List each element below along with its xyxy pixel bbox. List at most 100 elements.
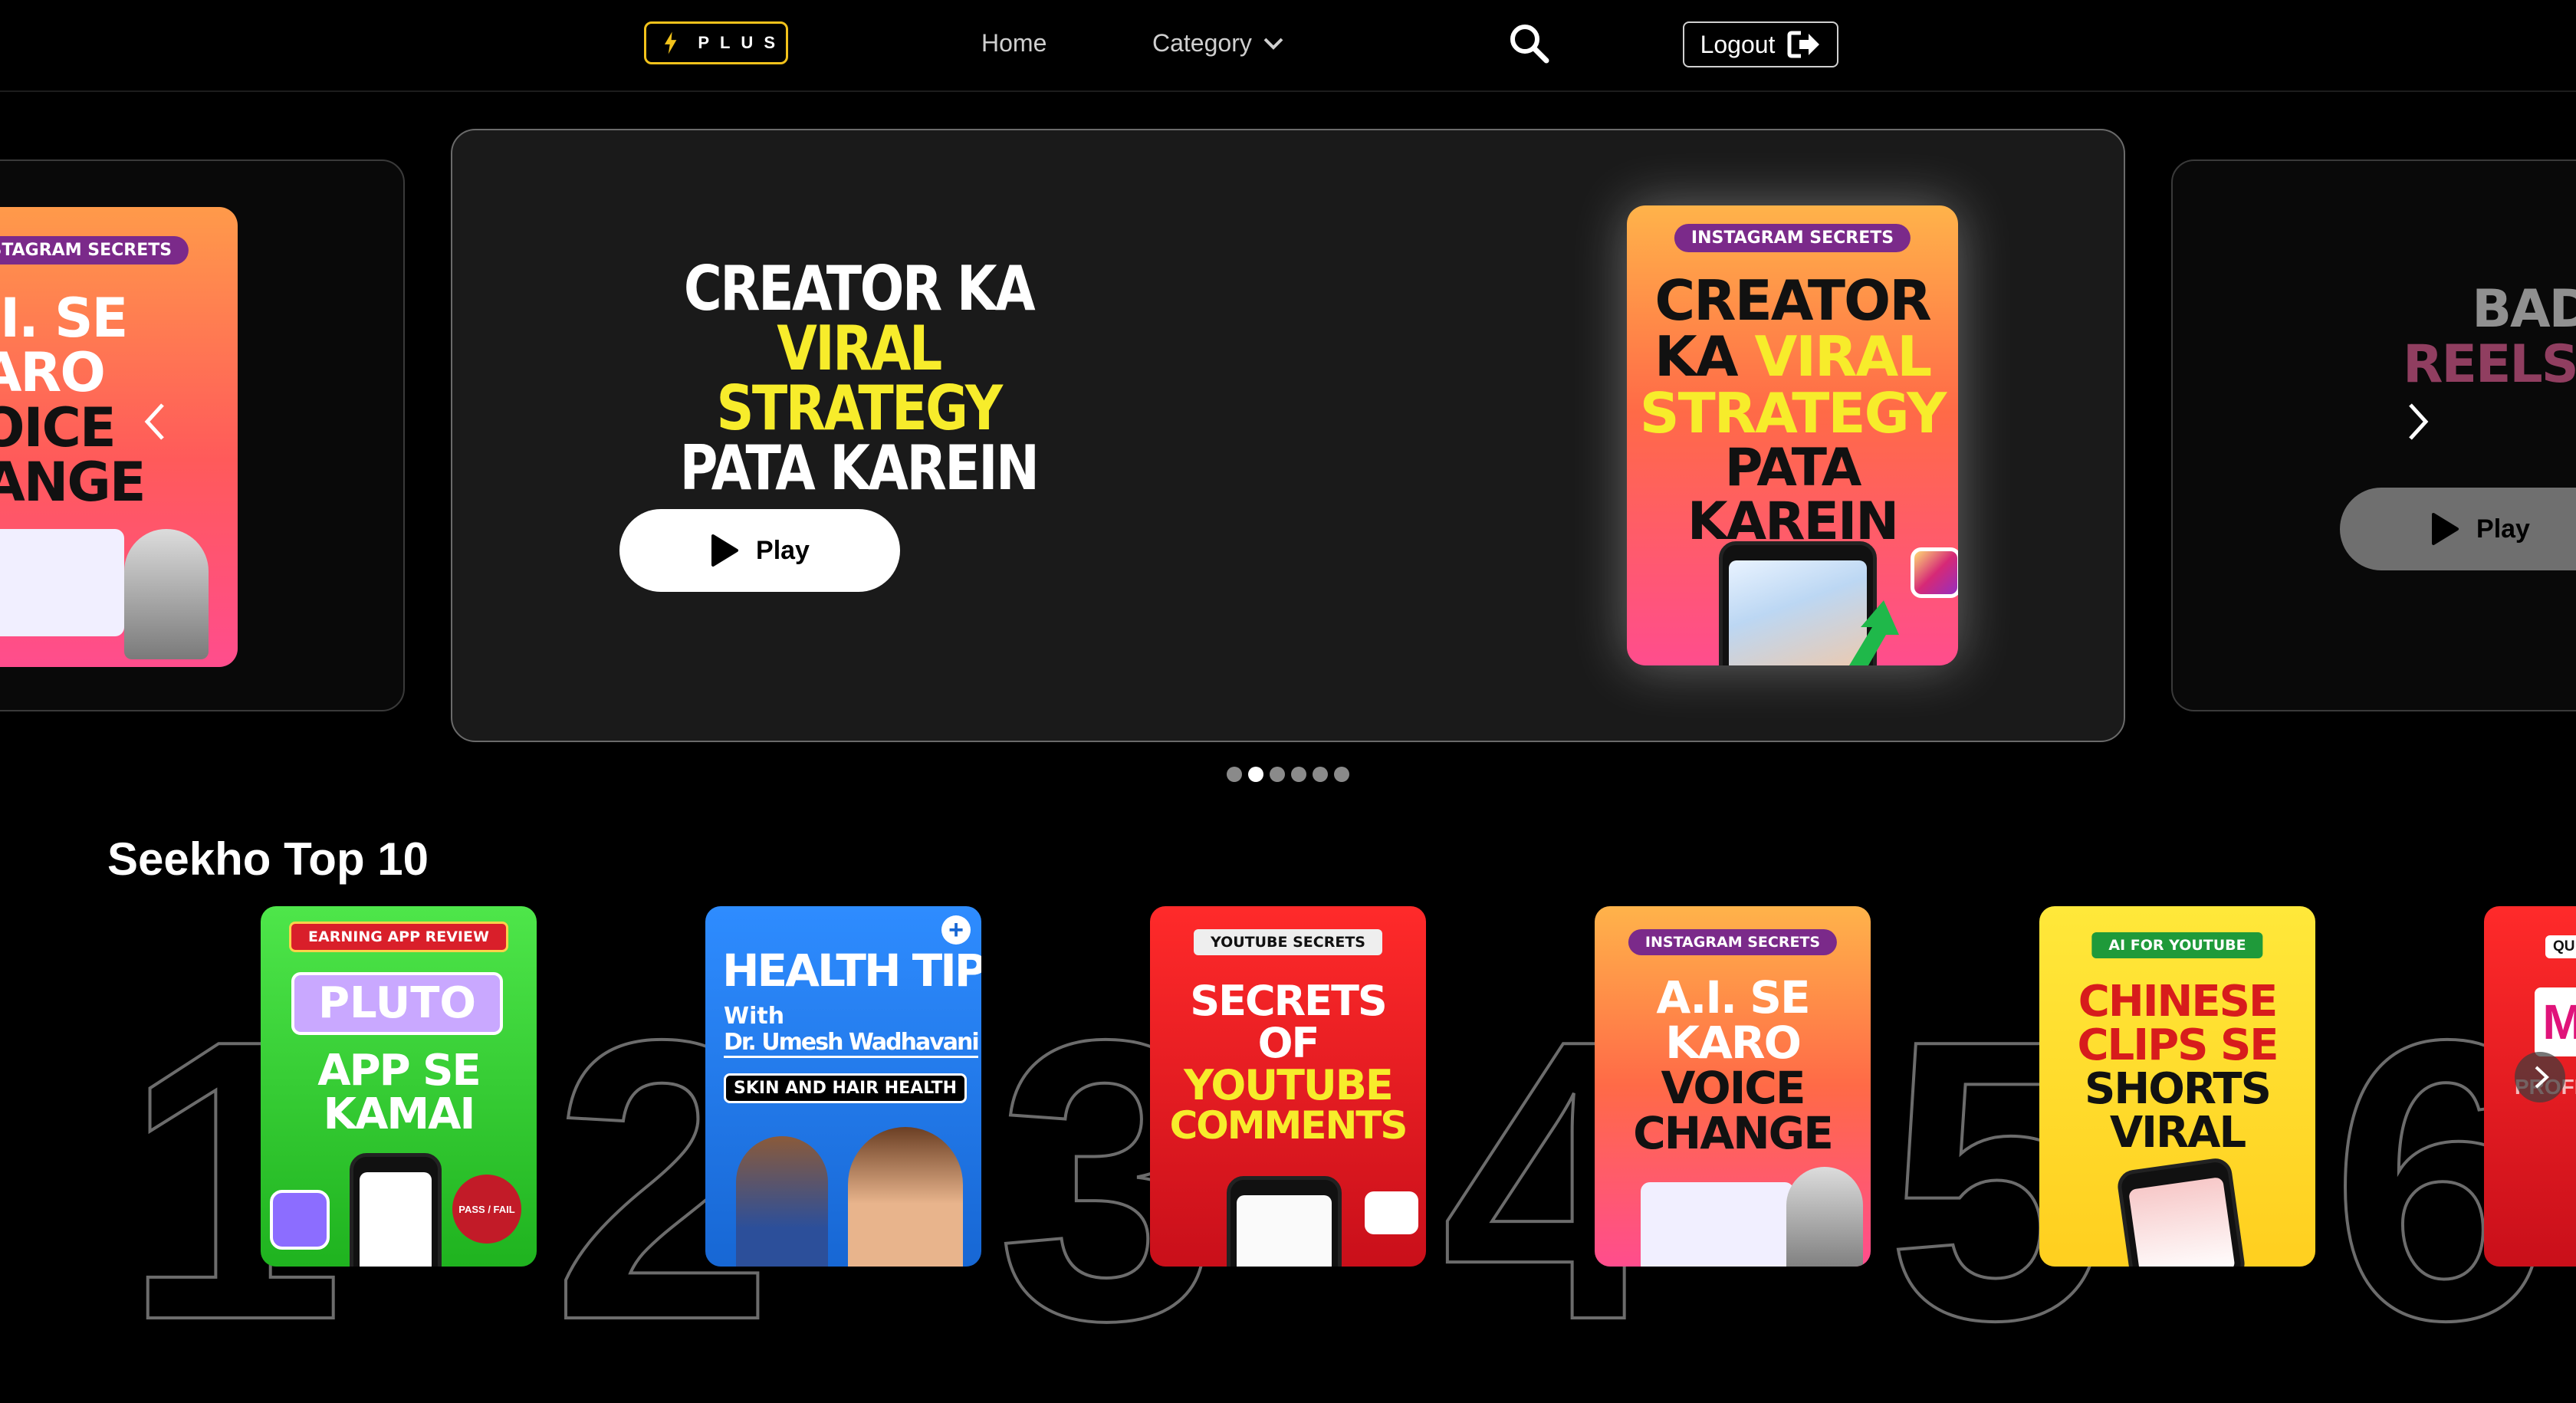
hero-title-line2: VIRAL STRATEGY	[716, 313, 1003, 444]
card-tag: INSTAGRAM SECRETS	[1628, 929, 1838, 955]
carousel-dot[interactable]	[1313, 767, 1328, 782]
top10-card[interactable]: YOUTUBE SECRETS SECRETS OF YOUTUBE COMME…	[1150, 906, 1426, 1267]
bolt-icon	[664, 31, 677, 54]
top10-card[interactable]: QU M PROFIT	[2484, 906, 2576, 1267]
card-title: A.I. SE KARO VOICE CHANGE	[1595, 971, 1871, 1157]
card-title-line3: SHORTS	[2085, 1064, 2272, 1115]
carousel-prev-slide[interactable]: INSTAGRAM SECRETS A.I. SE KARO VOICE HAN…	[0, 159, 405, 711]
hero-poster-line2: KA VIRAL	[1627, 329, 1958, 385]
prev-slide-line3: VOICE	[0, 396, 117, 459]
instagram-icon	[1911, 547, 1958, 598]
carousel-dot[interactable]	[1270, 767, 1285, 782]
card-title-line3: KAMAI	[323, 1089, 476, 1140]
hero-poster-line4: PATA KAREIN	[1687, 438, 1899, 552]
card-scroll-right-button[interactable]	[2515, 1052, 2565, 1102]
nav-category-label: Category	[1152, 29, 1252, 57]
hero-poster-tag: INSTAGRAM SECRETS	[1674, 224, 1911, 252]
chevron-right-icon	[2535, 1066, 2549, 1089]
card-title-line4: COMMENTS	[1169, 1103, 1408, 1148]
card-title: CHINESE CLIPS SE SHORTS VIRAL	[2039, 980, 2315, 1155]
prev-slide-poster: INSTAGRAM SECRETS A.I. SE KARO VOICE HAN…	[0, 207, 238, 667]
card-title: APP SE KAMAI	[261, 1049, 537, 1136]
next-slide-line2: REELS V	[2403, 334, 2576, 395]
plus-logo[interactable]: PLUS	[644, 21, 788, 64]
prev-slide-line4: HANGE	[0, 451, 146, 514]
doctor-image	[736, 1136, 828, 1267]
phone-screen	[2128, 1176, 2236, 1267]
logout-label: Logout	[1700, 30, 1776, 58]
phone-mockup	[1227, 1176, 1342, 1267]
card-logo-m: M	[2535, 987, 2576, 1056]
play-icon	[711, 534, 739, 567]
top10-card[interactable]: AI FOR YOUTUBE CHINESE CLIPS SE SHORTS V…	[2039, 906, 2315, 1267]
card-title-line3: VOICE	[1661, 1062, 1806, 1115]
voice-avatars-panel	[0, 529, 124, 636]
pass-fail-badge: PASS / FAIL	[452, 1175, 521, 1244]
voice-avatars-panel	[1641, 1182, 1794, 1267]
section-title-top10: Seekho Top 10	[107, 833, 429, 885]
growth-arrow-icon	[1849, 600, 1899, 665]
carousel-dots	[1227, 767, 1349, 782]
add-icon[interactable]: +	[941, 915, 971, 945]
card-title: HEALTH TIPS	[722, 945, 981, 997]
card-title-line1: CHINESE	[2078, 977, 2279, 1027]
top-navbar	[0, 0, 2576, 92]
hero-poster-line3: STRATEGY	[1639, 380, 1947, 445]
hero-title-line3: PATA KAREIN	[679, 432, 1040, 504]
carousel-active-slide[interactable]: CREATOR KA VIRAL STRATEGY PATA KAREIN Pl…	[451, 129, 2125, 742]
carousel-dot[interactable]	[1334, 767, 1349, 782]
next-slide-line1: BADH	[2472, 279, 2576, 340]
nav-category-dropdown[interactable]: Category	[1152, 29, 1284, 58]
top10-card[interactable]: INSTAGRAM SECRETS A.I. SE KARO VOICE CHA…	[1595, 906, 1871, 1267]
card-title-line2: APP SE	[317, 1046, 481, 1096]
logout-icon	[1787, 31, 1820, 58]
phone-screen	[1237, 1195, 1332, 1267]
hero-title: CREATOR KA VIRAL STRATEGY PATA KAREIN	[637, 258, 1080, 504]
robot-image	[124, 529, 209, 659]
chevron-right-icon[interactable]	[2403, 400, 2433, 443]
card-topic-badge: SKIN AND HAIR HEALTH	[724, 1073, 967, 1103]
logo-text: PLUS	[698, 33, 786, 52]
chevron-left-icon[interactable]	[140, 400, 170, 443]
hero-poster[interactable]: INSTAGRAM SECRETS CREATOR KA VIRAL STRAT…	[1627, 205, 1958, 665]
prev-slide-line1: A.I. SE	[0, 287, 128, 350]
hero-poster-line1: CREATOR	[1654, 268, 1931, 333]
pluto-app-icon	[270, 1190, 330, 1250]
top10-card[interactable]: EARNING APP REVIEW PLUTO APP SE KAMAI PA…	[261, 906, 537, 1267]
nav-home-link[interactable]: Home	[981, 29, 1046, 58]
comment-icon	[1365, 1191, 1418, 1234]
card-title-line2: OF	[1257, 1019, 1320, 1068]
phone-mockup	[350, 1153, 442, 1267]
top10-card[interactable]: + HEALTH TIPS With Dr. Umesh Wadhavani S…	[705, 906, 981, 1267]
search-icon[interactable]	[1507, 21, 1550, 64]
logout-button[interactable]: Logout	[1683, 21, 1838, 67]
hero-poster-title: CREATOR KA VIRAL STRATEGY PATA KAREIN	[1627, 268, 1958, 552]
card-subtitle: With	[724, 1003, 785, 1030]
card-tag: AI FOR YOUTUBE	[2091, 932, 2263, 958]
prev-slide-tag: INSTAGRAM SECRETS	[0, 236, 189, 264]
card-title-line2: KARO	[1665, 1017, 1802, 1070]
card-title-line4: VIRAL	[2109, 1108, 2246, 1158]
card-tag: QU	[2545, 935, 2576, 958]
play-icon	[2432, 513, 2459, 545]
card-title-box: PLUTO	[291, 972, 503, 1035]
card-title-line2: CLIPS SE	[2077, 1020, 2279, 1071]
phone-mockup	[2115, 1156, 2247, 1267]
next-slide-play-label: Play	[2476, 514, 2530, 544]
card-tag: EARNING APP REVIEW	[289, 922, 508, 952]
prev-slide-line2: KARO	[0, 341, 106, 405]
prev-slide-title: A.I. SE KARO VOICE HANGE	[0, 291, 207, 511]
next-slide-play-button[interactable]: Play	[2340, 488, 2576, 570]
carousel-next-slide[interactable]: BADH REELS V Play	[2171, 159, 2576, 711]
hero-poster-line2b: VIRAL	[1754, 324, 1933, 389]
carousel-dot[interactable]	[1291, 767, 1306, 782]
card-tag: YOUTUBE SECRETS	[1194, 929, 1382, 955]
next-slide-title: BADH REELS V	[2341, 282, 2576, 393]
card-title-line3: YOUTUBE	[1184, 1061, 1394, 1110]
hero-play-button[interactable]: Play	[619, 509, 900, 592]
carousel-dot-active[interactable]	[1248, 767, 1263, 782]
carousel-dot[interactable]	[1227, 767, 1242, 782]
hero-play-label: Play	[756, 535, 810, 565]
robot-image	[1786, 1167, 1863, 1267]
card-title-line1: A.I. SE	[1656, 971, 1810, 1024]
